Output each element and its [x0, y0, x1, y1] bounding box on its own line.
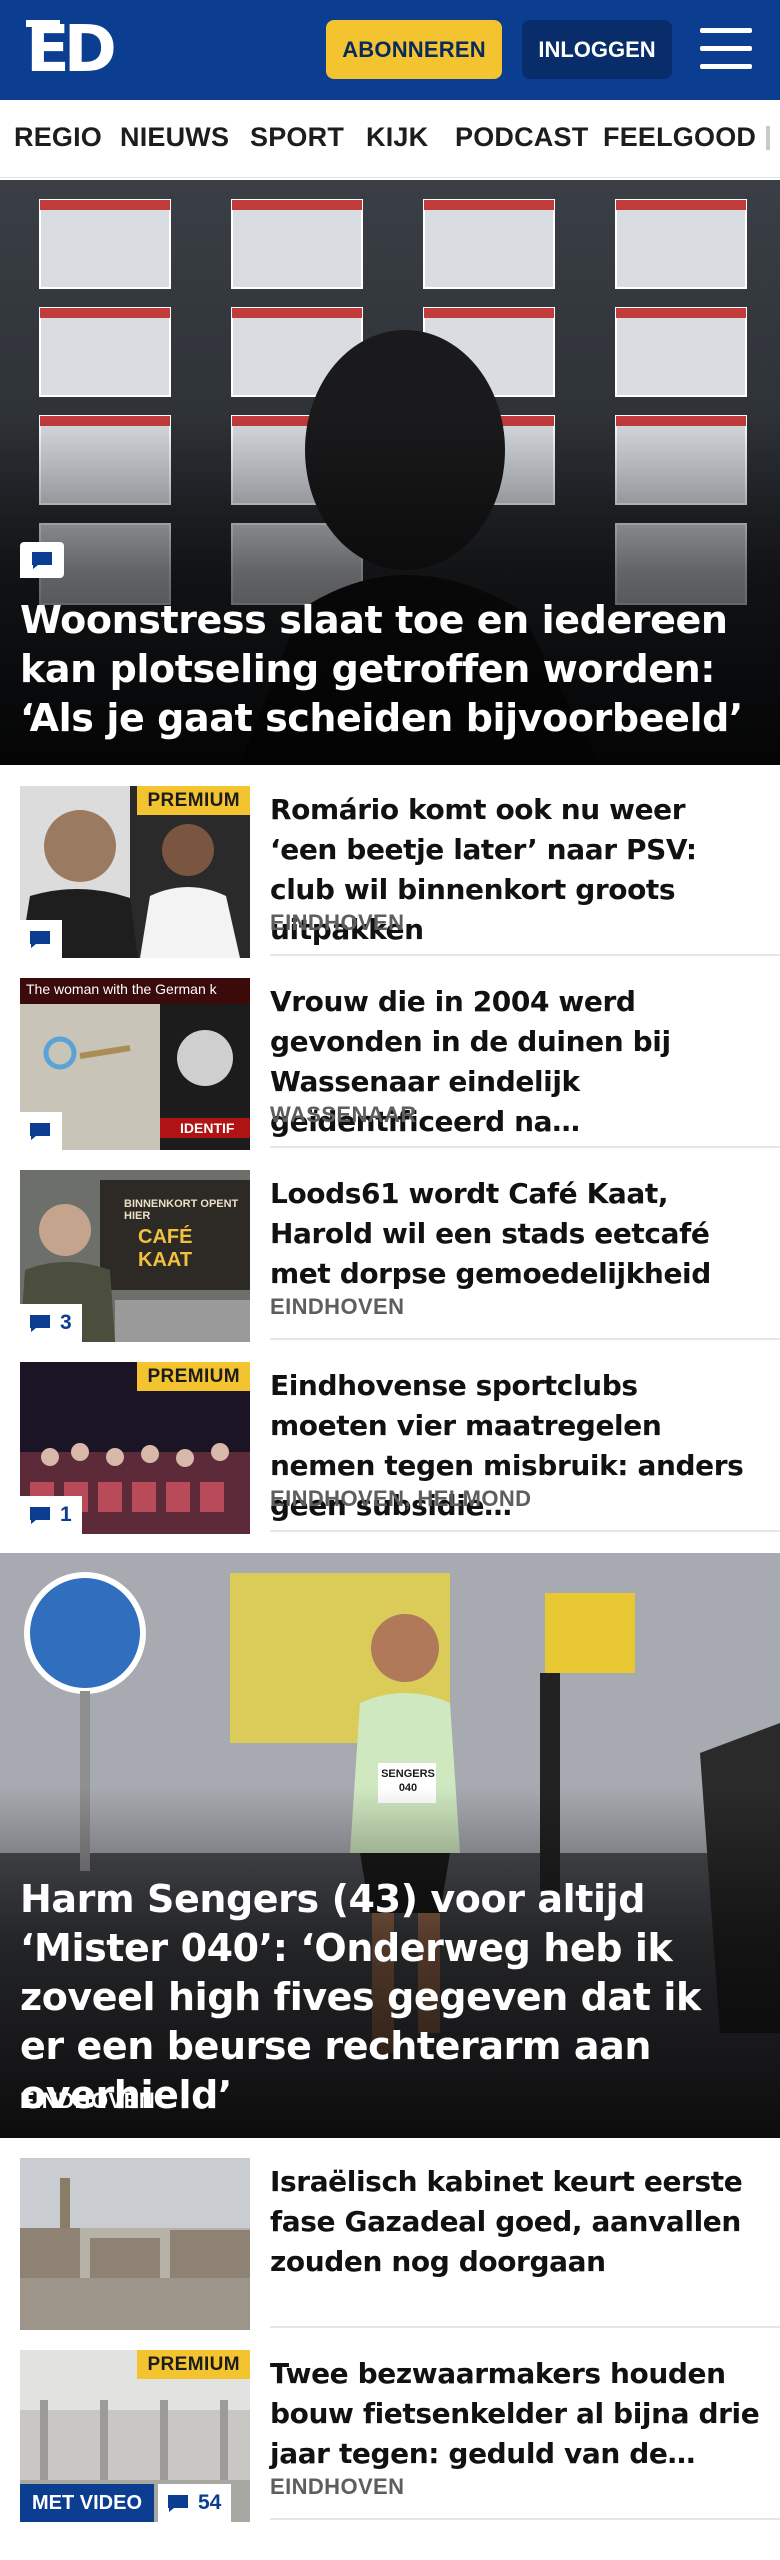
top-header: ED ABONNEREN INLOGGEN [0, 0, 780, 100]
hero-location: EINDHOVEN [20, 2088, 156, 2113]
article-item-fietsenkelder[interactable]: PREMIUM MET VIDEO 54 Twee bezwaarmakers … [20, 2350, 760, 2522]
article-location: EINDHOVEN, HELMOND [270, 1486, 532, 1511]
article-item-wassenaar[interactable]: The woman with the German k IDENTIF Vrou… [20, 978, 760, 1150]
thumb-caption: IDENTIF [180, 1120, 235, 1136]
subscribe-button[interactable]: ABONNEREN [326, 20, 502, 79]
thumb-caption: BINNENKORT OPENT HIER [124, 1198, 239, 1222]
premium-badge: PREMIUM [137, 1362, 250, 1391]
divider [270, 1530, 780, 1532]
divider [270, 2326, 780, 2328]
article-thumbnail [20, 2158, 250, 2330]
login-button[interactable]: INLOGGEN [522, 20, 672, 79]
comment-number: 3 [60, 1311, 72, 1334]
comment-number: 54 [198, 2491, 222, 2514]
comment-number: 1 [60, 1503, 72, 1526]
article-title[interactable]: Israëlisch kabinet keurt eerste fase Gaz… [270, 2162, 760, 2282]
article-location: WASSENAAR [270, 1102, 417, 1127]
site-logo[interactable]: ED [26, 18, 118, 82]
nav-item-podcast[interactable]: PODCAST [455, 122, 588, 153]
article-thumbnail: PREMIUM 1 [20, 1362, 250, 1534]
hamburger-menu-icon[interactable] [700, 26, 752, 72]
divider [270, 954, 780, 956]
nav-item-regio[interactable]: REGIO [14, 122, 102, 153]
article-thumbnail: The woman with the German k IDENTIF [20, 978, 250, 1150]
premium-badge: PREMIUM [137, 786, 250, 815]
nav-item-kijk[interactable]: KIJK [366, 122, 428, 153]
article-item-romario[interactable]: PREMIUM Romário komt ook nu weer ‘een be… [20, 786, 760, 958]
thumb-caption: CAFÉ KAAT [138, 1226, 193, 1271]
section-nav: REGIO NIEUWS SPORT KIJK PODCAST FEELGOOD [0, 100, 780, 178]
article-item-cafe-kaat[interactable]: BINNENKORT OPENT HIER CAFÉ KAAT 3 Loods6… [20, 1170, 760, 1342]
logo-bar [26, 20, 60, 27]
article-title[interactable]: Loods61 wordt Café Kaat, Harold wil een … [270, 1174, 760, 1294]
article-thumbnail: PREMIUM [20, 786, 250, 958]
comment-icon [20, 920, 62, 958]
nav-scroll-indicator [766, 126, 770, 150]
article-location: EINDHOVEN [270, 2474, 405, 2499]
nav-item-sport[interactable]: SPORT [250, 122, 344, 153]
divider [270, 1338, 780, 1340]
article-thumbnail: PREMIUM MET VIDEO 54 [20, 2350, 250, 2522]
comment-icon [20, 542, 64, 578]
nav-item-feelgood[interactable]: FEELGOOD [603, 122, 756, 153]
thumb-caption: The woman with the German k [26, 981, 217, 997]
article-location: EINDHOVEN [270, 1294, 405, 1319]
comment-icon [30, 1507, 50, 1524]
article-item-sportclubs[interactable]: PREMIUM 1 Eindhovense sportclubs moeten … [20, 1362, 760, 1534]
comment-count: 1 [20, 1496, 82, 1534]
nav-item-nieuws[interactable]: NIEUWS [120, 122, 229, 153]
hero-article-woonstress[interactable]: Woonstress slaat toe en iedereen kan plo… [0, 180, 780, 765]
comment-icon [168, 2495, 188, 2512]
premium-badge: PREMIUM [137, 2350, 250, 2379]
comment-count: 3 [20, 1304, 82, 1342]
hero-article-sengers[interactable]: SENGERS 040 Harm Sengers (43) voor altij… [0, 1553, 780, 2138]
hero-title[interactable]: Woonstress slaat toe en iedereen kan plo… [20, 596, 752, 743]
article-item-gazadeal[interactable]: Israëlisch kabinet keurt eerste fase Gaz… [20, 2158, 760, 2330]
article-title[interactable]: Twee bezwaarmakers houden bouw fietsenke… [270, 2354, 760, 2474]
hero-title[interactable]: Harm Sengers (43) voor altijd ‘Mister 04… [20, 1875, 752, 2120]
divider [270, 2518, 780, 2520]
video-badge: MET VIDEO [20, 2484, 155, 2522]
comment-icon [20, 1112, 62, 1150]
article-location: EINDHOVEN [270, 910, 405, 935]
comment-icon [30, 1315, 50, 1332]
article-thumbnail: BINNENKORT OPENT HIER CAFÉ KAAT 3 [20, 1170, 250, 1342]
comment-count: 54 [158, 2484, 232, 2522]
divider [270, 1146, 780, 1148]
